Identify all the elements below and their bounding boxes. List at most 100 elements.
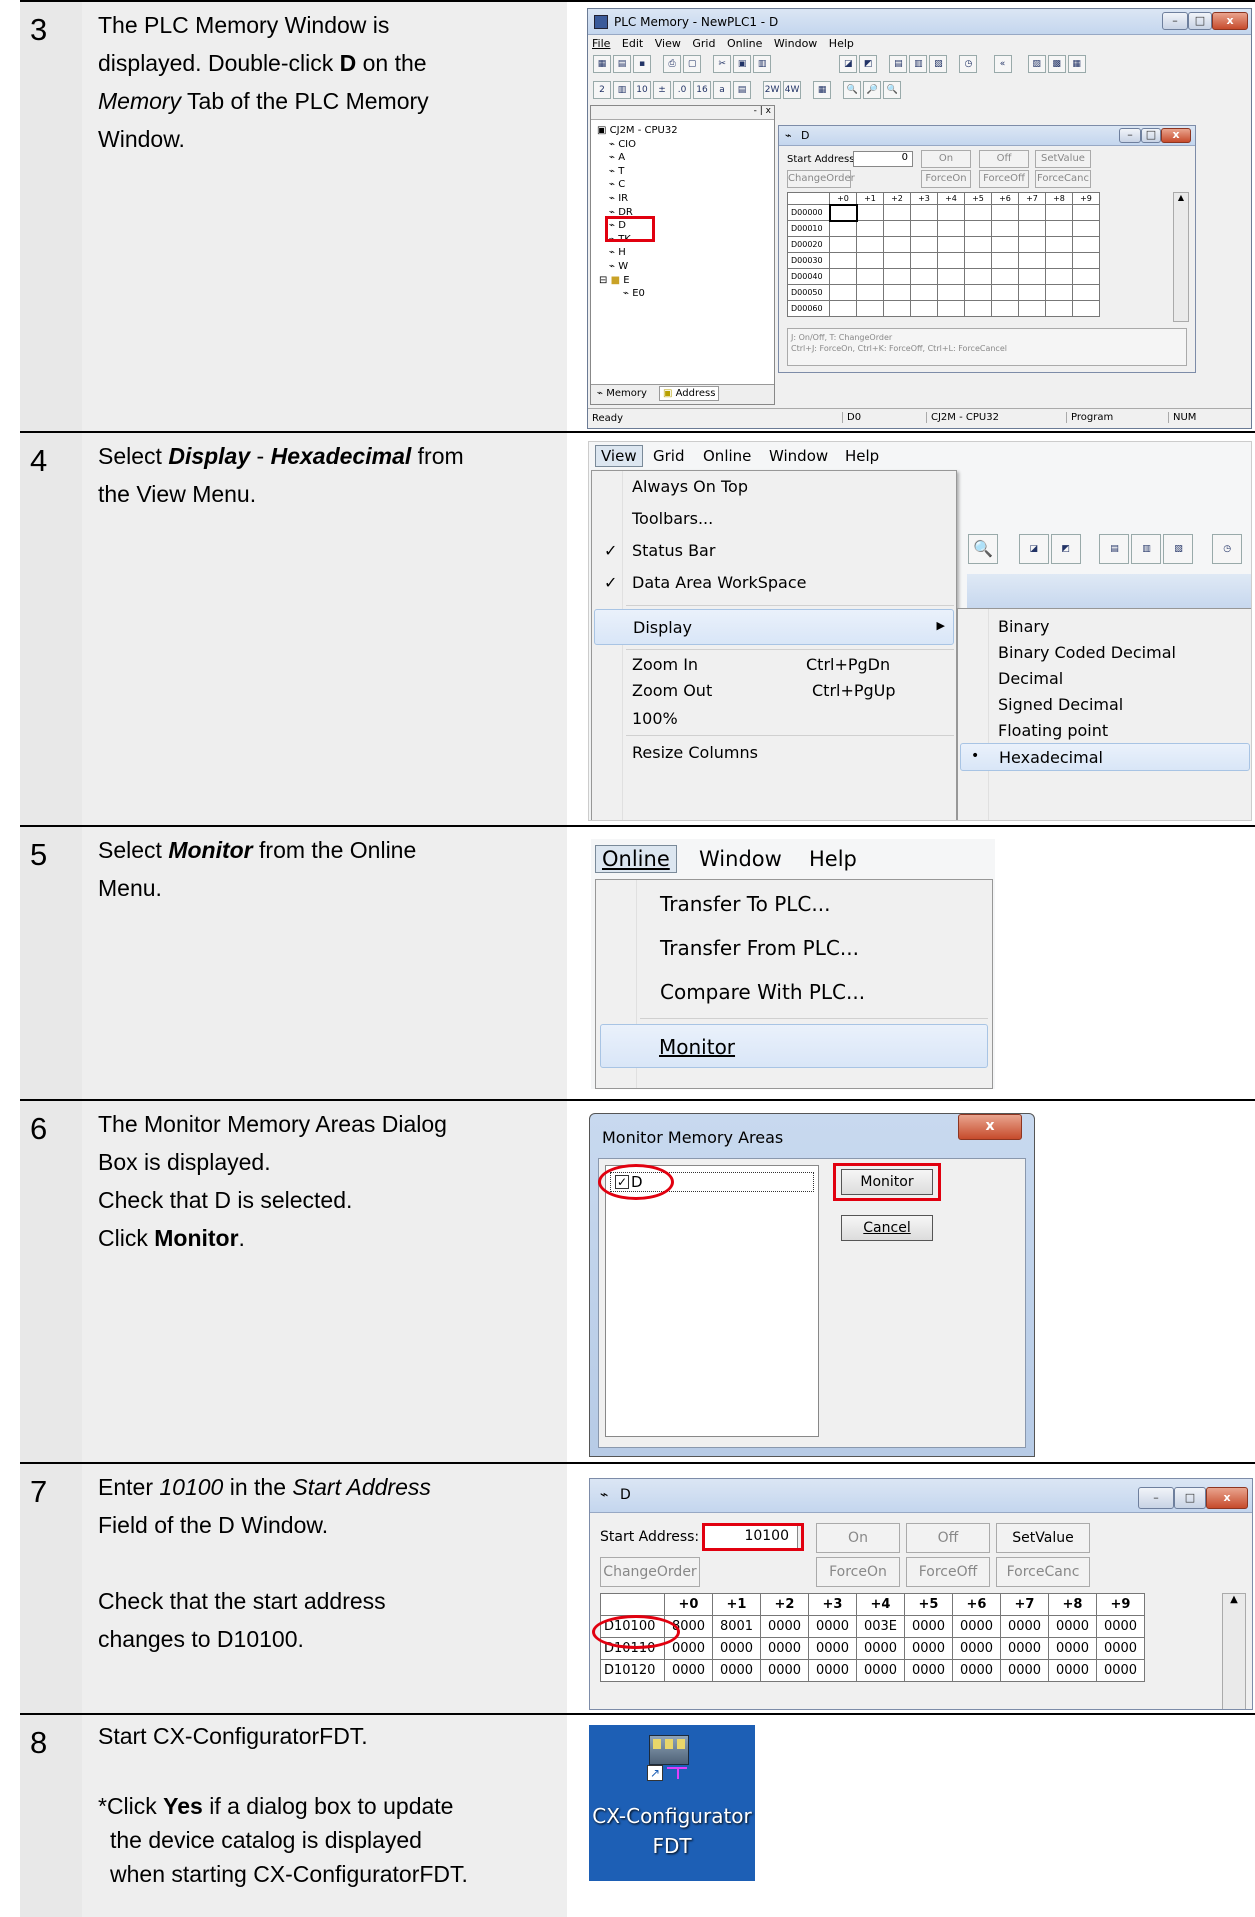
maximize-button[interactable]: □	[1174, 1487, 1206, 1509]
menu-help[interactable]: Help	[829, 37, 854, 50]
menu-grid[interactable]: Grid	[692, 37, 715, 50]
clock-icon[interactable]: ◷	[959, 55, 978, 73]
child-maximize[interactable]: □	[1141, 128, 1161, 143]
menu-online[interactable]: Online	[703, 447, 751, 465]
grid-cell[interactable]: 0000	[952, 1615, 1001, 1638]
child-minimize[interactable]: –	[1119, 128, 1141, 143]
grid-cell[interactable]: 0000	[760, 1637, 809, 1660]
menu-item-data-area-workspace[interactable]: Data Area WorkSpace	[632, 573, 806, 592]
tree-item[interactable]: ⌁ A	[597, 151, 678, 165]
menu-item-monitor[interactable]: Monitor	[600, 1024, 988, 1068]
minimize-button[interactable]: –	[1138, 1487, 1174, 1509]
binary-icon[interactable]: 2	[593, 81, 611, 99]
tab-address[interactable]: ▣ Address	[659, 386, 720, 401]
menu-grid[interactable]: Grid	[653, 447, 684, 465]
grid-cell[interactable]: 0000	[760, 1615, 809, 1638]
menu-item-resize-columns[interactable]: Resize Columns	[632, 743, 758, 762]
grid-cell[interactable]: 0000	[1048, 1637, 1097, 1660]
menu-edit[interactable]: Edit	[622, 37, 643, 50]
grid-cell[interactable]: 0000	[712, 1659, 761, 1682]
tree-item[interactable]: ⌁ E0	[597, 287, 678, 301]
word-icon[interactable]: ▤	[733, 81, 751, 99]
tree-item[interactable]: ⌁ CIO	[597, 138, 678, 152]
minimize-button[interactable]: –	[1162, 12, 1188, 30]
grid-scrollbar[interactable]: ▲	[1222, 1593, 1246, 1709]
menu-item-display[interactable]: Display ▶	[594, 609, 954, 645]
open-icon[interactable]: ▤	[613, 55, 631, 73]
transfer-to-icon[interactable]: ▤	[889, 55, 908, 73]
grid-cell[interactable]: 0000	[904, 1637, 953, 1660]
grid-cell[interactable]: 0000	[1048, 1615, 1097, 1638]
tab-memory[interactable]: ⌁ Memory	[597, 388, 647, 399]
forceon-button[interactable]: ForceOn	[816, 1557, 900, 1587]
float-icon[interactable]: .0	[673, 81, 691, 99]
grid-cell[interactable]: 0000	[1096, 1659, 1145, 1682]
ascii-icon[interactable]: a	[713, 81, 731, 99]
menu-item-toolbars[interactable]: Toolbars...	[632, 509, 713, 528]
grid-cell[interactable]: 0000	[712, 1637, 761, 1660]
menu-help[interactable]: Help	[845, 447, 879, 465]
on-button[interactable]: On	[816, 1523, 900, 1553]
tree-item[interactable]: ⌁ H	[597, 246, 678, 260]
menu-view[interactable]: View	[595, 445, 643, 467]
grid-cell[interactable]: 0000	[1048, 1659, 1097, 1682]
on-button[interactable]: On	[921, 150, 971, 168]
tree-item[interactable]: ⌁ T	[597, 165, 678, 179]
menu-item-status-bar[interactable]: Status Bar	[632, 541, 715, 560]
dialog-close-button[interactable]: x	[958, 1114, 1022, 1140]
grid-cell[interactable]: 0000	[760, 1659, 809, 1682]
setvalue-button[interactable]: SetValue	[996, 1523, 1090, 1553]
close-button[interactable]: x	[1206, 1487, 1248, 1509]
submenu-item-floating-point[interactable]: Floating point	[998, 721, 1108, 740]
copy-icon[interactable]: ▣	[733, 55, 752, 73]
decimal-icon[interactable]: 10	[633, 81, 651, 99]
forcecancel-button[interactable]: ForceCanc	[1035, 170, 1091, 188]
menu-item-zoom-out[interactable]: Zoom Out	[632, 681, 712, 700]
grid-cell[interactable]: 0000	[856, 1659, 905, 1682]
grid-cell[interactable]: 0000	[808, 1615, 857, 1638]
grid-cell[interactable]: 0000	[904, 1659, 953, 1682]
menu-item-100[interactable]: 100%	[632, 709, 678, 728]
zoom-out-icon[interactable]: 🔍	[843, 81, 862, 99]
grid-cell-selected[interactable]	[828, 203, 858, 222]
grid-cell[interactable]: 8001	[712, 1615, 761, 1638]
maximize-button[interactable]: □	[1188, 12, 1212, 30]
submenu-item-signed-decimal[interactable]: Signed Decimal	[998, 695, 1123, 714]
changeorder-button[interactable]: ChangeOrder	[600, 1557, 700, 1587]
close-button[interactable]: x	[1212, 12, 1248, 30]
menu-item-transfer-from-plc[interactable]: Transfer From PLC...	[660, 936, 859, 960]
grid-cell[interactable]: 0000	[904, 1615, 953, 1638]
2w-icon[interactable]: 2W	[763, 81, 782, 99]
transfer-from-icon[interactable]: ▥	[909, 55, 928, 73]
start-address-input[interactable]: 0	[853, 151, 913, 167]
reset-icon[interactable]: ▩	[1047, 55, 1066, 73]
cancel-icon[interactable]: ▦	[1067, 55, 1086, 73]
cancel-button[interactable]: Cancel	[841, 1215, 933, 1241]
grid-cell[interactable]: 0000	[1096, 1637, 1145, 1660]
calc-icon[interactable]: ▦	[813, 81, 832, 99]
grid-cell[interactable]: 0000	[664, 1659, 713, 1682]
set-icon[interactable]: ▨	[1027, 55, 1046, 73]
tree-item[interactable]: ⌁ W	[597, 260, 678, 274]
forceoff-button[interactable]: ForceOff	[979, 170, 1029, 188]
menu-item-transfer-to-plc[interactable]: Transfer To PLC...	[660, 892, 830, 916]
print-icon[interactable]: ⎙	[663, 55, 682, 73]
tree-item[interactable]: ⌁ IR	[597, 192, 678, 206]
menu-item-compare-with-plc[interactable]: Compare With PLC...	[660, 980, 865, 1004]
paste-icon[interactable]: ▥	[753, 55, 772, 73]
grid-cell[interactable]: 0000	[952, 1659, 1001, 1682]
preview-icon[interactable]: ▢	[683, 55, 702, 73]
monitor-icon[interactable]: ◩	[859, 55, 878, 73]
grid-cell[interactable]: 0000	[1000, 1615, 1049, 1638]
desktop-shortcut[interactable]: ↗ CX-Configurator FDT	[589, 1725, 755, 1881]
4w-icon[interactable]: 4W	[783, 81, 802, 99]
submenu-item-decimal[interactable]: Decimal	[998, 669, 1063, 688]
forcecancel-button[interactable]: ForceCanc	[996, 1557, 1090, 1587]
menu-window[interactable]: Window	[774, 37, 817, 50]
bcd-icon[interactable]: ▥	[613, 81, 631, 99]
new-icon[interactable]: ▦	[593, 55, 611, 73]
grid-cell[interactable]: 0000	[1096, 1615, 1145, 1638]
child-close[interactable]: x	[1161, 128, 1191, 143]
grid-cell[interactable]: 0000	[1000, 1637, 1049, 1660]
off-button[interactable]: Off	[906, 1523, 990, 1553]
